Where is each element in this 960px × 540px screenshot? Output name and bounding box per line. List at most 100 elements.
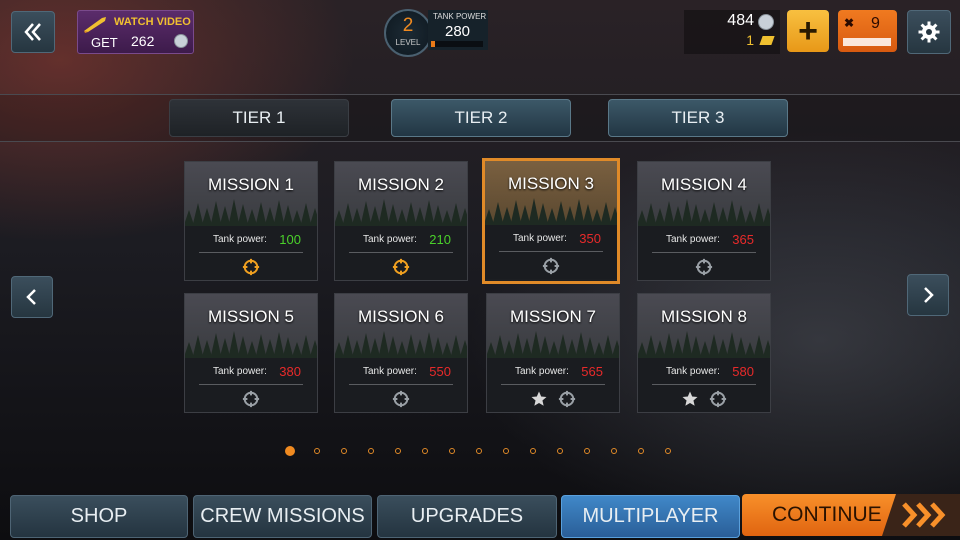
target-icon	[392, 390, 410, 408]
fuel-panel[interactable]: ✖ 9	[838, 10, 897, 52]
mission-name: MISSION 3	[508, 174, 594, 193]
mission-info: Tank power: 100	[185, 226, 317, 280]
tab-tier-2[interactable]: TIER 2	[391, 99, 571, 137]
tank-power-label: Tank power:	[515, 366, 569, 377]
tank-power-label: Tank power:	[666, 366, 720, 377]
watch-video-button[interactable]: WATCH VIDEO GET 262	[77, 10, 194, 54]
target-icon	[242, 390, 260, 408]
pagination-dot[interactable]	[314, 448, 320, 454]
mission-icons	[335, 390, 467, 408]
watch-video-amount: 262	[131, 33, 155, 49]
mission-info: Tank power: 210	[335, 226, 467, 280]
upgrades-label: UPGRADES	[410, 505, 524, 527]
target-icon	[558, 390, 576, 408]
mission-card[interactable]: MISSION 1 Tank power: 100	[184, 161, 318, 281]
tank-power-label: Tank power:	[513, 233, 567, 244]
shop-button[interactable]: SHOP	[10, 495, 188, 538]
next-page-button[interactable]	[907, 274, 949, 316]
previous-page-button[interactable]	[11, 276, 53, 318]
tank-power-value: 350	[579, 231, 601, 246]
mission-icons	[638, 258, 770, 276]
mission-icons	[638, 390, 770, 408]
chevron-right-icon	[924, 287, 934, 303]
mission-card[interactable]: MISSION 6 Tank power: 550	[334, 293, 468, 413]
mission-card[interactable]: MISSION 4 Tank power: 365	[637, 161, 771, 281]
tank-power-label: Tank power:	[213, 366, 267, 377]
level-badge: 2 LEVEL	[384, 9, 432, 57]
mission-card[interactable]: MISSION 8 Tank power: 580	[637, 293, 771, 413]
double-chevron-left-icon	[24, 23, 41, 41]
mission-info: Tank power: 365	[638, 226, 770, 280]
pagination-dot[interactable]	[341, 448, 347, 454]
pagination-dot[interactable]	[638, 448, 644, 454]
gear-icon	[918, 21, 940, 43]
settings-button[interactable]	[907, 10, 951, 54]
top-bar: WATCH VIDEO GET 262 2 LEVEL TANK POWER 2…	[0, 0, 960, 64]
target-icon	[242, 258, 260, 276]
mission-card[interactable]: MISSION 2 Tank power: 210	[334, 161, 468, 281]
target-icon	[695, 258, 713, 276]
divider	[199, 252, 303, 253]
back-button[interactable]	[11, 11, 55, 53]
mission-name: MISSION 2	[358, 175, 444, 194]
tab-tier-1-label: TIER 1	[232, 108, 286, 127]
chevron-left-icon	[26, 289, 36, 305]
tank-power-label: TANK POWER	[433, 12, 487, 21]
divider	[349, 384, 453, 385]
pagination-dot[interactable]	[530, 448, 536, 454]
pagination-dot[interactable]	[422, 448, 428, 454]
tab-tier-3[interactable]: TIER 3	[608, 99, 788, 137]
tank-power-panel: TANK POWER 280	[428, 10, 488, 50]
mission-info: Tank power: 550	[335, 358, 467, 412]
upgrades-button[interactable]: UPGRADES	[377, 495, 557, 538]
tab-tier-1[interactable]: TIER 1	[169, 99, 349, 137]
multiplayer-label: MULTIPLAYER	[582, 505, 719, 527]
tab-tier-2-label: TIER 2	[454, 108, 508, 127]
fuel-bar	[843, 38, 891, 46]
tank-power-value: 380	[279, 364, 301, 379]
pagination-dot[interactable]	[476, 448, 482, 454]
gold-bar-icon	[759, 36, 775, 45]
watch-video-title: WATCH VIDEO	[114, 16, 191, 28]
tank-power-progress	[431, 41, 483, 47]
currency-panel: 484 1	[684, 10, 780, 54]
tank-power-label: Tank power:	[666, 234, 720, 245]
pagination-dot[interactable]	[584, 448, 590, 454]
mission-icons	[185, 390, 317, 408]
crew-missions-button[interactable]: CREW MISSIONS	[193, 495, 372, 538]
plus-icon: +	[798, 11, 818, 50]
level-number: 2	[402, 15, 414, 36]
mission-icons	[185, 258, 317, 276]
divider	[349, 252, 453, 253]
divider	[199, 384, 303, 385]
pagination-dot[interactable]	[449, 448, 455, 454]
target-icon	[709, 390, 727, 408]
mission-name: MISSION 7	[510, 307, 596, 326]
pagination-dot[interactable]	[611, 448, 617, 454]
multiplayer-button[interactable]: MULTIPLAYER	[561, 495, 740, 538]
mission-name: MISSION 8	[661, 307, 747, 326]
triple-chevron-right-icon	[882, 494, 960, 536]
mission-card[interactable]: MISSION 3 Tank power: 350	[482, 158, 620, 284]
pagination-dot-active[interactable]	[285, 446, 295, 456]
pagination-dot[interactable]	[557, 448, 563, 454]
mission-card[interactable]: MISSION 5 Tank power: 380	[184, 293, 318, 413]
mission-name: MISSION 6	[358, 307, 444, 326]
pagination-dot[interactable]	[665, 448, 671, 454]
mission-icons	[487, 390, 619, 408]
gold-amount: 1	[746, 32, 754, 48]
star-icon	[531, 391, 547, 406]
silver-coin-icon	[174, 34, 188, 48]
continue-button[interactable]: CONTINUE	[742, 494, 960, 536]
divider	[652, 384, 756, 385]
shop-label: SHOP	[70, 505, 128, 527]
tank-power-value: 365	[732, 232, 754, 247]
mission-info: Tank power: 565	[487, 358, 619, 412]
tank-power-value: 580	[732, 364, 754, 379]
pagination-dot[interactable]	[368, 448, 374, 454]
pagination-dot[interactable]	[503, 448, 509, 454]
pagination-dot[interactable]	[395, 448, 401, 454]
star-icon	[682, 391, 698, 406]
add-currency-button[interactable]: +	[787, 10, 829, 52]
mission-card[interactable]: MISSION 7 Tank power: 565	[486, 293, 620, 413]
